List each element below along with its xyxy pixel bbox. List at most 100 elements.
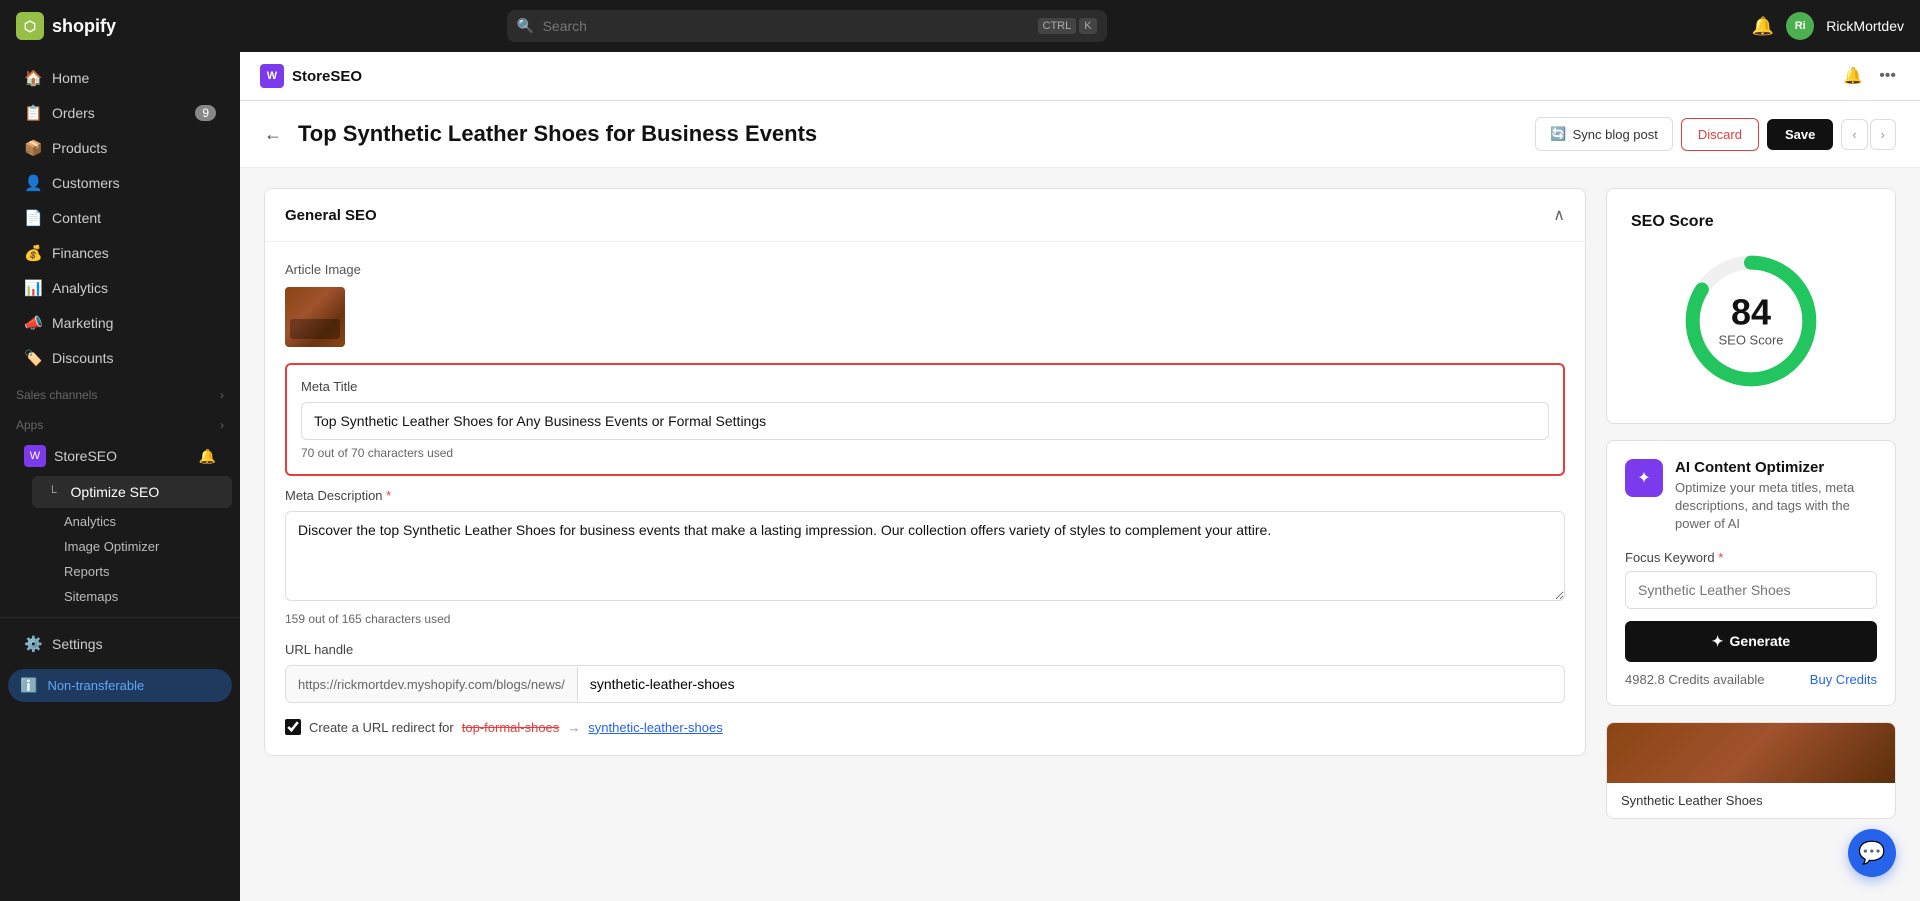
storeseo-bell-icon[interactable]: 🔔	[199, 448, 216, 465]
sidebar-label-products: Products	[52, 140, 107, 156]
optimize-seo-indent: └	[48, 485, 57, 499]
topbar-right: 🔔 Ri RickMortdev	[1752, 12, 1904, 40]
ai-header: ✦ AI Content Optimizer Optimize your met…	[1625, 459, 1877, 534]
orders-icon: 📋	[24, 104, 42, 122]
marketing-icon: 📣	[24, 314, 42, 332]
buy-credits-link[interactable]: Buy Credits	[1810, 672, 1877, 687]
search-container: 🔍 CTRL K	[507, 10, 1107, 42]
next-arrow-button[interactable]: ›	[1870, 119, 1896, 150]
meta-title-input[interactable]	[301, 402, 1549, 440]
sidebar-item-analytics[interactable]: 📊 Analytics	[8, 271, 232, 305]
customers-icon: 👤	[24, 174, 42, 192]
sidebar-label-finances: Finances	[52, 245, 109, 261]
main-panel: General SEO ∧ Article Image	[264, 188, 1586, 819]
credits-row: 4982.8 Credits available Buy Credits	[1625, 672, 1877, 687]
sidebar-item-analytics-sub[interactable]: Analytics	[32, 509, 240, 534]
focus-keyword-input[interactable]	[1625, 571, 1877, 609]
sales-channels-section[interactable]: Sales channels ›	[0, 376, 240, 406]
apps-chevron: ›	[220, 418, 224, 432]
meta-desc-label: Meta Description *	[285, 488, 1565, 503]
more-icon-btn[interactable]: •••	[1875, 62, 1900, 90]
sidebar-label-customers: Customers	[52, 175, 120, 191]
app-body: 🏠 Home 📋 Orders 9 📦 Products 👤 Customers…	[0, 52, 1920, 901]
apps-section[interactable]: Apps ›	[0, 406, 240, 436]
credits-available: 4982.8 Credits available	[1625, 672, 1764, 687]
url-prefix: https://rickmortdev.myshopify.com/blogs/…	[286, 667, 578, 702]
general-seo-header: General SEO ∧	[265, 189, 1585, 242]
generate-button[interactable]: ✦ Generate	[1625, 621, 1877, 662]
sidebar-item-finances[interactable]: 💰 Finances	[8, 236, 232, 270]
notifications-icon[interactable]: 🔔	[1752, 16, 1774, 37]
finances-icon: 💰	[24, 244, 42, 262]
general-seo-body: Article Image Meta Title 70 out of 70 ch…	[265, 242, 1585, 755]
url-slug-input[interactable]	[578, 666, 1564, 702]
save-button[interactable]: Save	[1767, 119, 1833, 150]
redirect-row: Create a URL redirect for top-formal-sho…	[285, 719, 1565, 735]
sidebar-label-content: Content	[52, 210, 101, 226]
seo-score-donut: 84 SEO Score	[1681, 251, 1821, 391]
sidebar-item-products[interactable]: 📦 Products	[8, 131, 232, 165]
sync-icon: 🔄	[1550, 126, 1566, 142]
back-button[interactable]: ←	[264, 124, 282, 145]
sidebar-item-orders[interactable]: 📋 Orders 9	[8, 96, 232, 130]
sidebar-item-discounts[interactable]: 🏷️ Discounts	[8, 341, 232, 375]
url-handle-field: URL handle https://rickmortdev.myshopify…	[285, 642, 1565, 703]
sidebar-item-reports[interactable]: Reports	[32, 559, 240, 584]
avatar: Ri	[1786, 12, 1814, 40]
sidebar-item-marketing[interactable]: 📣 Marketing	[8, 306, 232, 340]
shortcut-k: K	[1079, 18, 1096, 34]
meta-title-section: Meta Title 70 out of 70 characters used	[285, 363, 1565, 476]
logo-text: shopify	[52, 16, 116, 37]
keyboard-shortcut: CTRL K	[1038, 18, 1097, 34]
meta-description-input[interactable]: Discover the top Synthetic Leather Shoes…	[285, 511, 1565, 601]
sidebar-item-image-optimizer[interactable]: Image Optimizer	[32, 534, 240, 559]
ai-title: AI Content Optimizer	[1675, 459, 1877, 476]
sidebar-item-content[interactable]: 📄 Content	[8, 201, 232, 235]
chat-button[interactable]: 💬	[1848, 829, 1896, 877]
side-panel: SEO Score 84 SEO Score	[1606, 188, 1896, 819]
analytics-icon: 📊	[24, 279, 42, 297]
username: RickMortdev	[1826, 18, 1904, 34]
discounts-icon: 🏷️	[24, 349, 42, 367]
discard-button[interactable]: Discard	[1681, 118, 1759, 151]
nav-arrows: ‹ ›	[1841, 119, 1896, 150]
focus-keyword-label: Focus Keyword *	[1625, 550, 1877, 565]
sidebar-item-sitemaps[interactable]: Sitemaps	[32, 584, 240, 609]
settings-label: Settings	[52, 636, 103, 652]
shoe-thumbnail	[285, 287, 345, 347]
main-content: W StoreSEO 🔔 ••• ← Top Synthetic Leather…	[240, 52, 1920, 901]
orders-badge: 9	[195, 105, 216, 121]
sidebar-item-optimize-seo[interactable]: └ Optimize SEO	[32, 476, 232, 508]
sidebar-item-settings[interactable]: ⚙️ Settings	[8, 627, 232, 661]
generate-sparkle-icon: ✦	[1712, 633, 1724, 650]
shopify-icon: ⬡	[16, 12, 44, 40]
seo-score-label: SEO Score	[1718, 333, 1783, 348]
sync-blog-post-button[interactable]: 🔄 Sync blog post	[1535, 117, 1672, 151]
non-transferable-label: Non-transferable	[47, 678, 144, 693]
app-header-actions: 🔔 •••	[1839, 62, 1900, 90]
meta-title-char-count: 70 out of 70 characters used	[301, 446, 1549, 460]
sidebar-item-customers[interactable]: 👤 Customers	[8, 166, 232, 200]
sidebar-label-analytics: Analytics	[52, 280, 108, 296]
article-image-label: Article Image	[285, 262, 1565, 277]
page-actions: 🔄 Sync blog post Discard Save ‹ ›	[1535, 117, 1896, 151]
redirect-checkbox[interactable]	[285, 719, 301, 735]
sidebar-item-storeseo[interactable]: W StoreSEO 🔔	[8, 437, 232, 475]
sidebar-item-home[interactable]: 🏠 Home	[8, 61, 232, 95]
meta-title-label: Meta Title	[301, 379, 1549, 394]
product-image	[1607, 723, 1895, 783]
article-image-thumb[interactable]	[285, 287, 345, 347]
seo-score-card: SEO Score 84 SEO Score	[1606, 188, 1896, 424]
bell-icon-btn[interactable]: 🔔	[1839, 62, 1867, 90]
prev-arrow-button[interactable]: ‹	[1841, 119, 1867, 150]
redirect-to: synthetic-leather-shoes	[588, 720, 722, 735]
ai-description: Optimize your meta titles, meta descript…	[1675, 479, 1877, 534]
donut-center: 84 SEO Score	[1718, 295, 1783, 348]
topbar: ⬡ shopify 🔍 CTRL K 🔔 Ri RickMortdev	[0, 0, 1920, 52]
collapse-button[interactable]: ∧	[1553, 205, 1565, 225]
shortcut-ctrl: CTRL	[1038, 18, 1077, 34]
seo-score-number: 84	[1718, 295, 1783, 331]
sidebar-label-home: Home	[52, 70, 89, 86]
search-input[interactable]	[507, 10, 1107, 42]
sidebar-item-non-transferable[interactable]: ℹ️ Non-transferable	[8, 669, 232, 702]
